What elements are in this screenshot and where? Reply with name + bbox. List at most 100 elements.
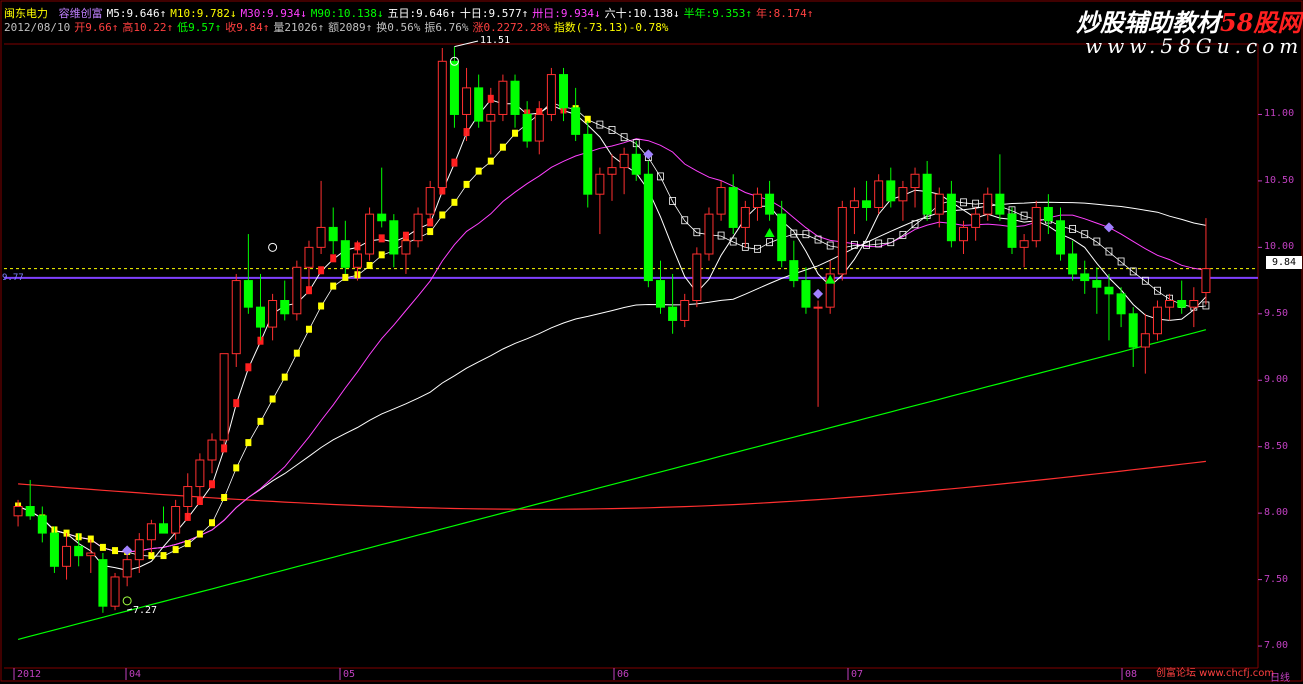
candle-body	[1201, 268, 1211, 294]
trend-block	[487, 157, 494, 165]
candle-body	[668, 306, 678, 321]
left-price-label: 9.77	[2, 273, 24, 283]
candle-body	[862, 200, 872, 208]
candle-body	[716, 187, 726, 215]
candle-body	[183, 486, 193, 508]
x-tick-label: 04	[129, 669, 142, 680]
candle-body	[340, 240, 350, 268]
candle-body	[1019, 240, 1029, 248]
candle-body	[449, 60, 459, 115]
y-tick-label: 9.50	[1264, 307, 1289, 319]
trend-block	[499, 143, 506, 151]
y-tick-label: 8.00	[1264, 507, 1289, 519]
trend-block-red	[318, 266, 325, 275]
trend-block	[342, 273, 349, 281]
ma-value-0: 容维创富	[58, 7, 103, 20]
candle-body	[546, 74, 556, 115]
candle-body	[1140, 333, 1150, 348]
signal-diamond	[813, 288, 824, 299]
watermark-url: www.58Gu.com	[1085, 34, 1303, 58]
x-tick-label: 05	[343, 669, 356, 680]
candle-body	[692, 253, 702, 302]
trend-block	[184, 540, 191, 548]
candle-body	[377, 213, 387, 222]
high-price-label: 11.51	[480, 35, 511, 46]
ohlc-value-5: 量21026↑	[273, 21, 325, 34]
trend-block	[826, 241, 834, 250]
y-tick-label: 7.50	[1264, 573, 1289, 585]
signal-circle	[268, 242, 278, 252]
candle-body	[219, 353, 229, 441]
candle-body	[995, 193, 1005, 215]
ma-value-3: M30:9.934↓	[240, 7, 307, 20]
kline-chart[interactable]	[0, 0, 1303, 682]
ohlc-value-1: 开9.66↑	[74, 21, 119, 34]
candle-body	[789, 260, 799, 282]
ma-value-8: 六十:10.138↓	[604, 7, 680, 20]
candle-body	[1116, 293, 1126, 315]
trend-block	[196, 530, 203, 538]
candle-body	[62, 545, 72, 567]
y-tick-label: 10.00	[1264, 241, 1295, 253]
candle-body	[255, 306, 265, 328]
candle-body	[1055, 220, 1065, 255]
ma-value-1: M5:9.646↑	[106, 7, 167, 20]
candle-body	[1068, 253, 1078, 275]
y-tick-label: 8.50	[1264, 440, 1289, 452]
candle-body	[522, 113, 532, 142]
candle-body	[37, 515, 47, 534]
trend-block-red	[305, 286, 312, 295]
candle-body	[680, 300, 690, 321]
candle-body	[571, 107, 581, 135]
candle-body	[86, 552, 96, 557]
candle-body	[122, 559, 132, 578]
trend-block	[463, 180, 470, 188]
ohlc-value-10: 指数(-73.13)-0.78%	[553, 21, 669, 34]
low-marker	[122, 596, 132, 606]
candle-body	[752, 193, 762, 208]
ohlc-value-9: 涨0.2272.28%	[472, 21, 550, 34]
candle-body	[777, 213, 787, 262]
candle-body	[413, 213, 423, 242]
signal-diamond	[1103, 222, 1114, 233]
candle-body	[813, 306, 823, 309]
trend-block-red	[451, 158, 458, 167]
candle-body	[898, 187, 908, 202]
ohlc-value-3: 低9.57↑	[177, 21, 222, 34]
y-tick-label: 11.00	[1264, 108, 1295, 120]
x-tick-label: 08	[1125, 669, 1138, 680]
ma-value-7: 卅日:9.934↓	[532, 7, 601, 20]
y-tick-label: 7.00	[1264, 640, 1289, 652]
ohlc-value-6: 额2089↑	[328, 21, 373, 34]
candle-body	[910, 173, 920, 189]
trend-block	[293, 349, 300, 357]
ohlc-header-line: 2012/08/10 开9.66↑ 高10.22↑ 低9.57↑ 收9.84↑ 量2102…	[4, 21, 672, 34]
candle-body	[498, 80, 508, 115]
candle-body	[922, 173, 932, 215]
ma-value-2: M10:9.782↓	[170, 7, 237, 20]
trend-block	[221, 494, 228, 502]
trend-block	[281, 373, 288, 381]
trend-block	[245, 439, 252, 447]
ma-header-line: 闽东电力 容维创富 M5:9.646↑ M10:9.782↓ M30:9.934↓ M9…	[4, 7, 817, 20]
candle-body	[837, 206, 847, 275]
candle-body	[207, 439, 217, 461]
x-tick-label: 06	[617, 669, 630, 680]
candle-body	[1031, 206, 1041, 242]
x-tick-label: 07	[851, 669, 864, 680]
y-tick-label: 9.00	[1264, 374, 1289, 386]
y-tick-label: 10.50	[1264, 174, 1295, 186]
candle-body	[631, 153, 641, 175]
candle-body	[1007, 213, 1017, 248]
ohlc-value-7: 换0.56%	[376, 21, 421, 34]
trend-block	[112, 547, 119, 555]
candle-body	[1128, 313, 1138, 348]
candle-body	[728, 187, 738, 228]
trend-block	[378, 251, 385, 259]
ohlc-value-2: 高10.22↑	[122, 21, 174, 34]
candle-body	[534, 113, 544, 142]
trend-block	[439, 211, 446, 219]
trend-block	[330, 282, 337, 290]
candle-body	[401, 240, 411, 255]
ma90-line	[17, 201, 1206, 553]
